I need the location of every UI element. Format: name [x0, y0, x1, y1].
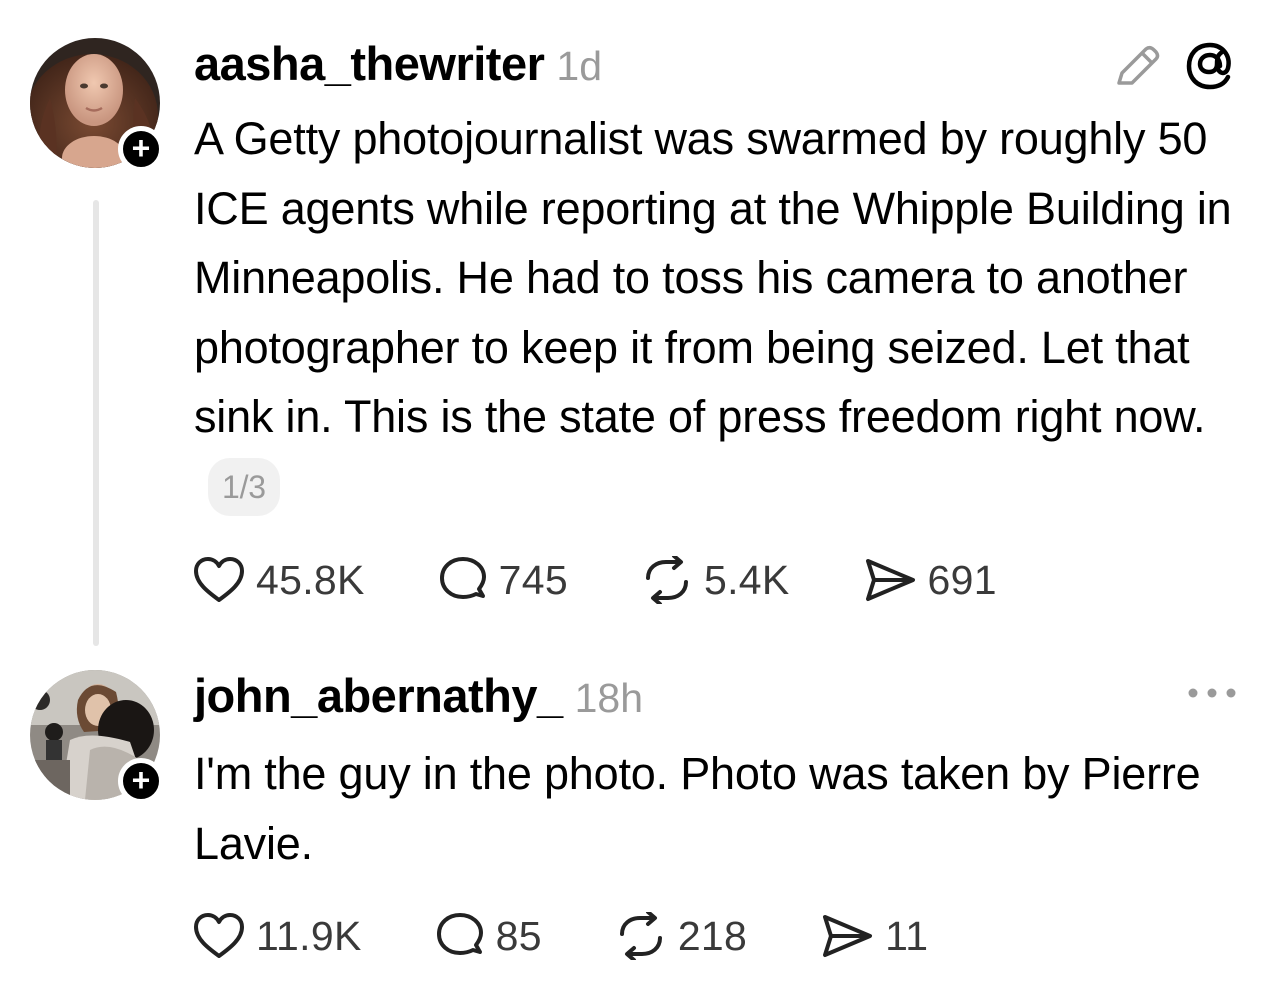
- follow-button[interactable]: +: [118, 758, 164, 804]
- timestamp: 18h: [574, 675, 644, 721]
- avatar-aasha[interactable]: +: [30, 38, 164, 172]
- share-button[interactable]: 11: [819, 912, 928, 960]
- thread-connector-line: [93, 200, 99, 646]
- repost-count: 218: [677, 912, 748, 959]
- repost-button[interactable]: 5.4K: [640, 556, 790, 604]
- post-actions: 45.8K 745 5.4K 691: [192, 556, 1069, 604]
- comment-bubble-icon: [436, 913, 483, 955]
- share-button[interactable]: 691: [862, 556, 997, 604]
- post-body: A Getty photojournalist was swarmed by r…: [194, 113, 1232, 442]
- like-button[interactable]: 45.8K: [192, 556, 365, 604]
- reply-count: 745: [498, 556, 568, 603]
- repost-icon: [619, 912, 662, 960]
- repost-count: 5.4K: [703, 556, 790, 603]
- thread-pager-badge[interactable]: 1/3: [208, 457, 280, 516]
- repost-icon: [645, 556, 688, 604]
- more-options-icon[interactable]: [1184, 678, 1240, 708]
- share-count: 691: [927, 556, 997, 603]
- comment-bubble-icon: [439, 557, 486, 599]
- post-header: aasha_thewriter 1d: [194, 36, 602, 91]
- post-actions: 11.9K 85 218 11: [192, 912, 1000, 960]
- send-icon: [823, 915, 873, 957]
- post-header: john_abernathy_ 18h: [194, 668, 643, 723]
- post-body: I'm the guy in the photo. Photo was take…: [194, 748, 1201, 869]
- reply-button[interactable]: 85: [434, 912, 542, 960]
- like-count: 45.8K: [256, 556, 365, 603]
- like-count: 11.9K: [256, 912, 362, 959]
- username[interactable]: john_abernathy_: [194, 668, 563, 723]
- share-count: 11: [885, 912, 929, 959]
- reply-count: 85: [495, 912, 542, 959]
- heart-icon: [194, 557, 244, 602]
- post-text: I'm the guy in the photo. Photo was take…: [194, 739, 1269, 878]
- post-text: A Getty photojournalist was swarmed by r…: [194, 104, 1269, 521]
- reply-button[interactable]: 745: [437, 556, 568, 604]
- heart-icon: [194, 913, 244, 958]
- send-icon: [865, 559, 915, 601]
- timestamp: 1d: [556, 43, 603, 89]
- username[interactable]: aasha_thewriter: [194, 36, 545, 91]
- avatar-john[interactable]: +: [30, 670, 164, 804]
- like-button[interactable]: 11.9K: [192, 912, 362, 960]
- edit-pencil-icon[interactable]: [1112, 44, 1164, 88]
- follow-button[interactable]: +: [118, 126, 164, 172]
- threads-logo-icon[interactable]: [1180, 40, 1240, 92]
- repost-button[interactable]: 218: [614, 912, 747, 960]
